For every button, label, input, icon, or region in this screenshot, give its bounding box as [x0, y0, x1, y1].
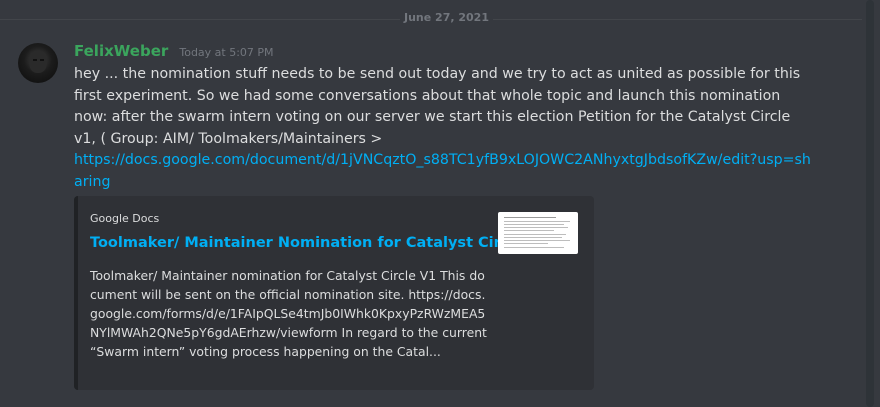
message-content: hey ... the nomination stuff needs to be… — [74, 64, 814, 193]
date-divider-label: June 27, 2021 — [400, 11, 493, 24]
avatar[interactable] — [18, 43, 58, 83]
message-link[interactable]: https://docs.google.com/document/d/1jVNC… — [74, 152, 811, 190]
scrollbar-track[interactable] — [866, 0, 874, 407]
avatar-eye-right — [40, 59, 44, 61]
timestamp: Today at 5:07 PM — [179, 46, 274, 59]
avatar-face — [29, 51, 47, 73]
embed-description: Toolmaker/ Maintainer nomination for Cat… — [90, 268, 487, 359]
link-embed: Google Docs Toolmaker/ Maintainer Nomina… — [74, 196, 594, 390]
embed-accent-bar — [74, 196, 78, 390]
message-text: hey ... the nomination stuff needs to be… — [74, 66, 801, 147]
message-header: FelixWeber Today at 5:07 PM — [74, 41, 274, 60]
embed-title[interactable]: Toolmaker/ Maintainer Nomination for Cat… — [90, 235, 549, 251]
avatar-eye-left — [33, 59, 37, 61]
username[interactable]: FelixWeber — [74, 42, 168, 60]
embed-thumbnail[interactable] — [498, 212, 578, 254]
embed-provider: Google Docs — [90, 212, 160, 225]
